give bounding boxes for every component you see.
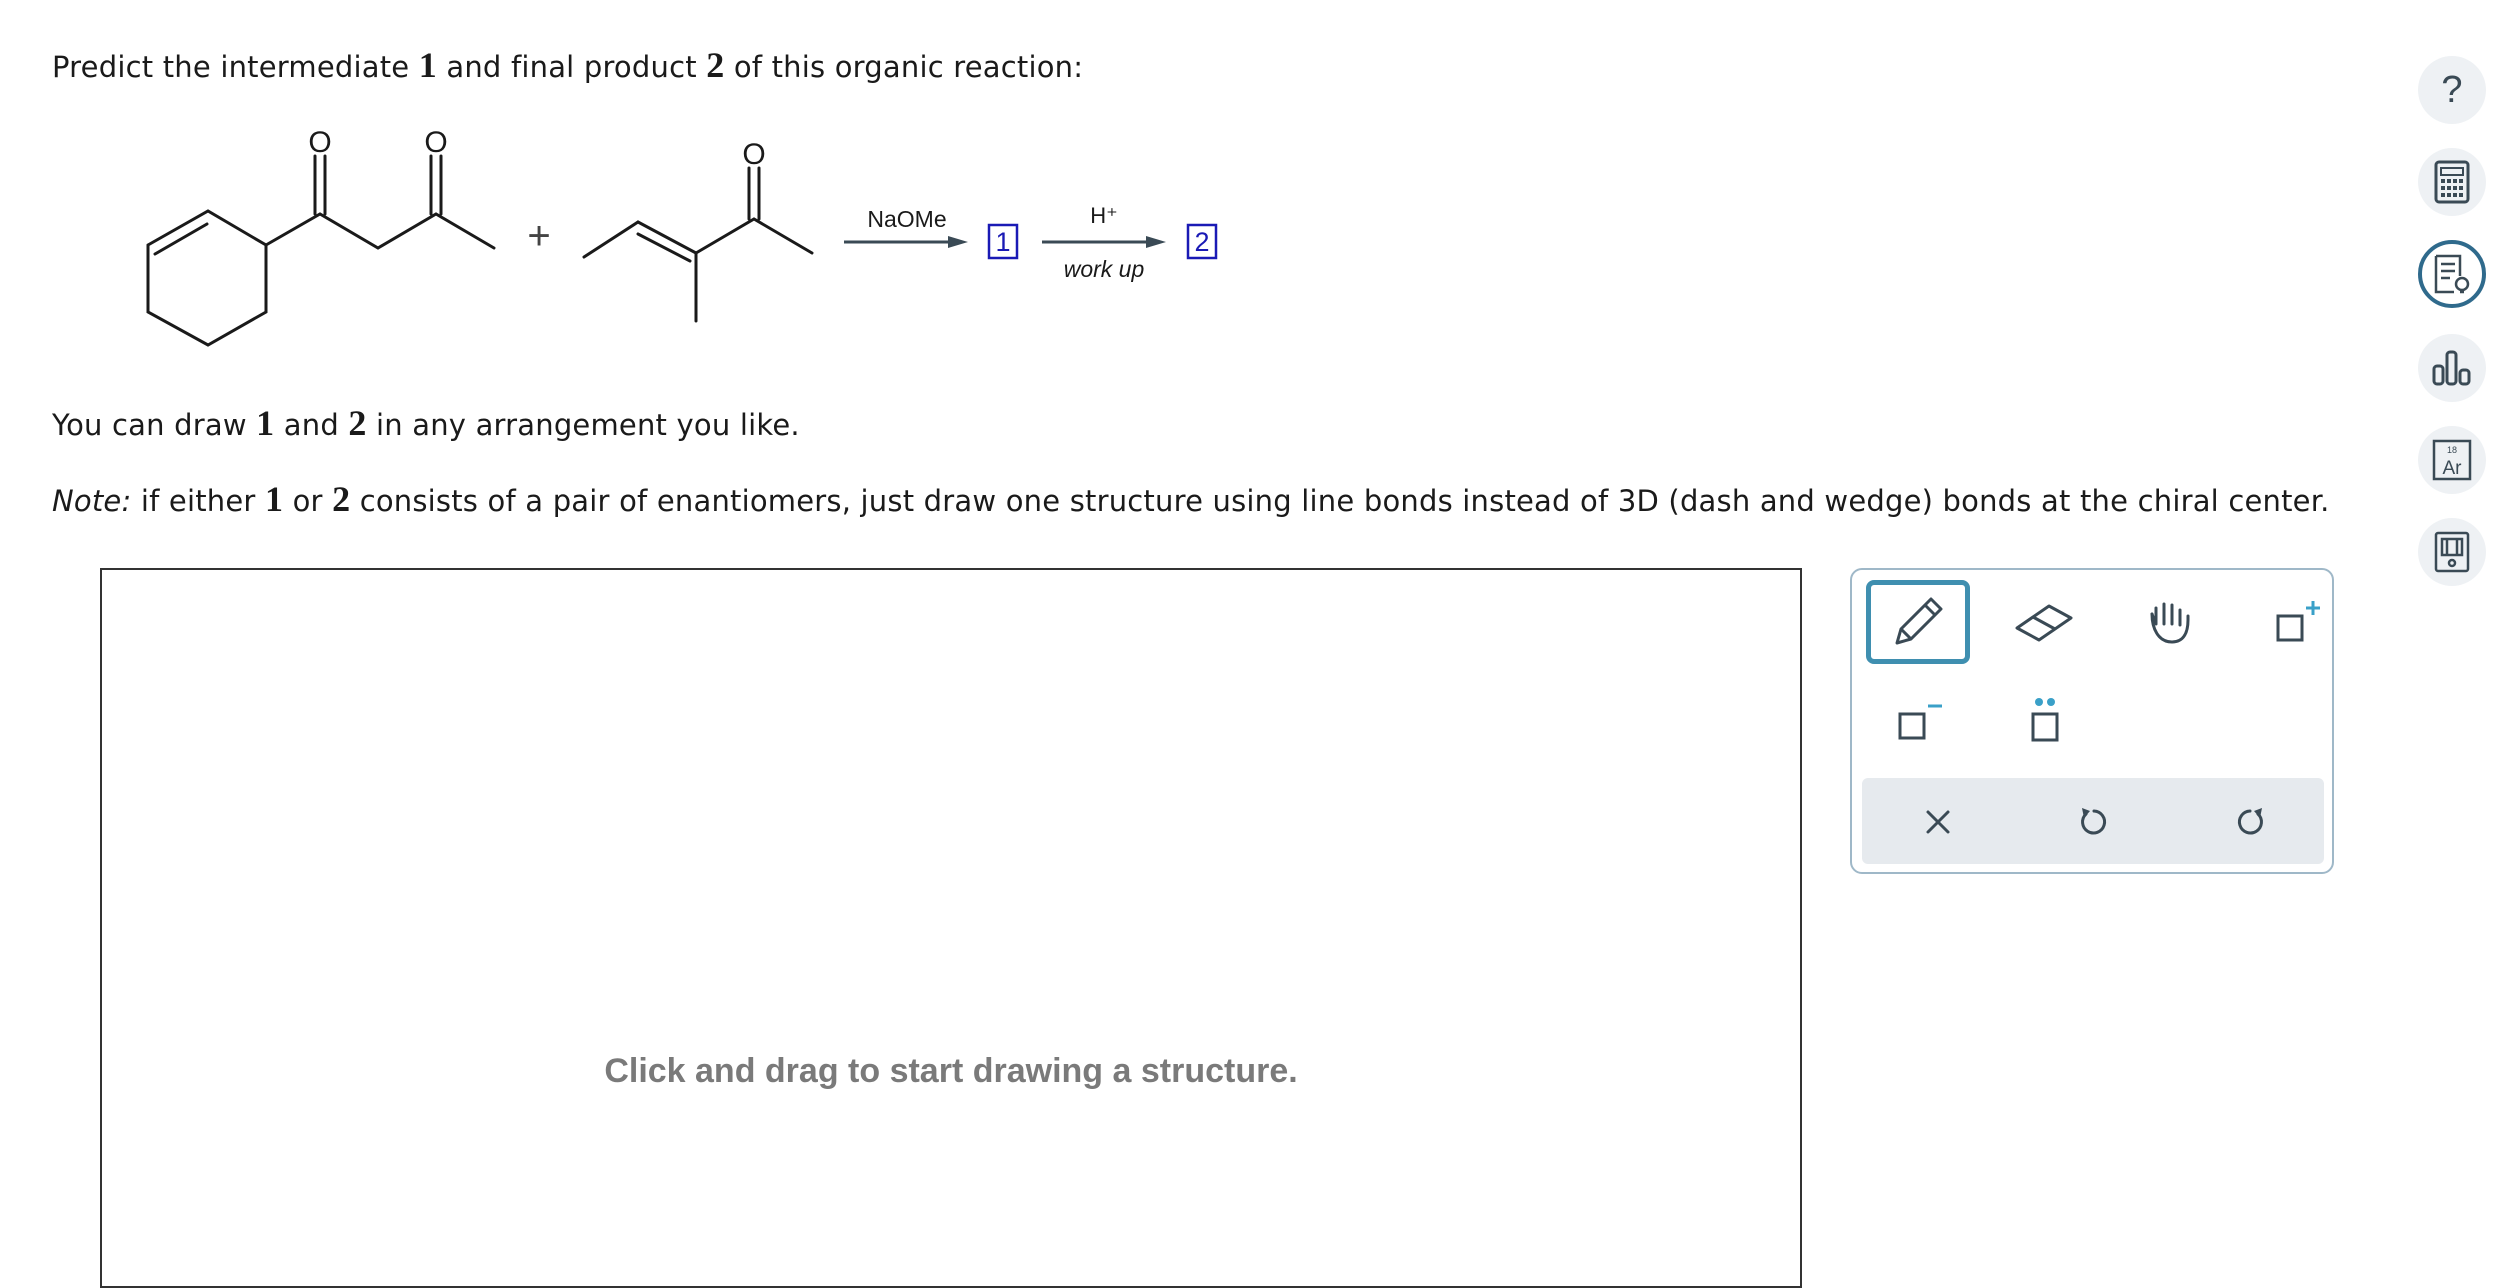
svg-text:18: 18 (2447, 445, 2457, 455)
svg-text:Ar: Ar (2443, 458, 2463, 479)
bar-chart-icon (2432, 350, 2471, 386)
negative-charge-tool[interactable] (1866, 678, 1970, 762)
explanation-button[interactable] (2418, 240, 2486, 308)
negative-charge-icon (1898, 704, 1942, 740)
reagent-2: H⁺ (1090, 203, 1118, 228)
explanation-icon (2434, 254, 2470, 294)
drawing-canvas[interactable]: Click and drag to start drawing a struct… (100, 568, 1802, 1288)
arrow-head-2 (1146, 236, 1166, 248)
plus-sign: + (527, 214, 550, 258)
clear-button[interactable] (1886, 780, 1990, 864)
help-button[interactable]: ? (2418, 56, 2486, 124)
pencil-tool[interactable] (1866, 580, 1970, 664)
hand-icon (2150, 602, 2190, 644)
reaction-scheme: O O O + NaOMe 1 H⁺ work up 2 (146, 126, 1218, 347)
undo-icon (2081, 808, 2107, 835)
label-1: 1 (995, 227, 1010, 257)
help-icon: ? (2441, 68, 2463, 111)
carbonyl-o-3: O (742, 138, 765, 171)
arrangement-instruction: You can draw 1 and 2 in any arrangement … (52, 403, 800, 443)
carbonyl-o-1: O (308, 126, 331, 159)
lone-pair-tool[interactable] (1992, 678, 2096, 762)
reagent-1: NaOMe (867, 206, 946, 232)
arrow-head-1 (948, 236, 968, 248)
calculator-icon (2434, 160, 2470, 204)
pencil-icon (1895, 597, 1943, 645)
canvas-hint: Click and drag to start drawing a struct… (604, 1052, 1298, 1090)
data-button[interactable] (2418, 334, 2486, 402)
calculator-button[interactable] (2418, 148, 2486, 216)
enantiomer-note: Note: if either 1 or 2 consists of a pai… (52, 479, 2330, 519)
carbonyl-o-2: O (424, 126, 447, 159)
positive-charge-tool[interactable] (2244, 580, 2348, 664)
undo-button[interactable] (2042, 780, 2146, 864)
lone-pair-icon (2031, 698, 2059, 742)
drawing-toolbox (1850, 568, 2334, 874)
periodic-table-button[interactable]: 18 Ar (2418, 426, 2486, 494)
eraser-tool[interactable] (1992, 580, 2096, 664)
reference-book-icon (2434, 531, 2470, 573)
condition-2: work up (1064, 256, 1145, 282)
move-tool[interactable] (2118, 580, 2222, 664)
redo-button[interactable] (2198, 780, 2302, 864)
question-prompt: Predict the intermediate 1 and final pro… (52, 45, 1084, 85)
toolbox-actions (1862, 778, 2324, 864)
close-icon (1926, 810, 1950, 834)
reference-button[interactable] (2418, 518, 2486, 586)
positive-charge-icon (2276, 601, 2320, 642)
eraser-icon (2015, 604, 2073, 642)
redo-icon (2237, 808, 2263, 835)
label-2: 2 (1194, 227, 1209, 257)
periodic-table-icon: 18 Ar (2432, 439, 2472, 481)
